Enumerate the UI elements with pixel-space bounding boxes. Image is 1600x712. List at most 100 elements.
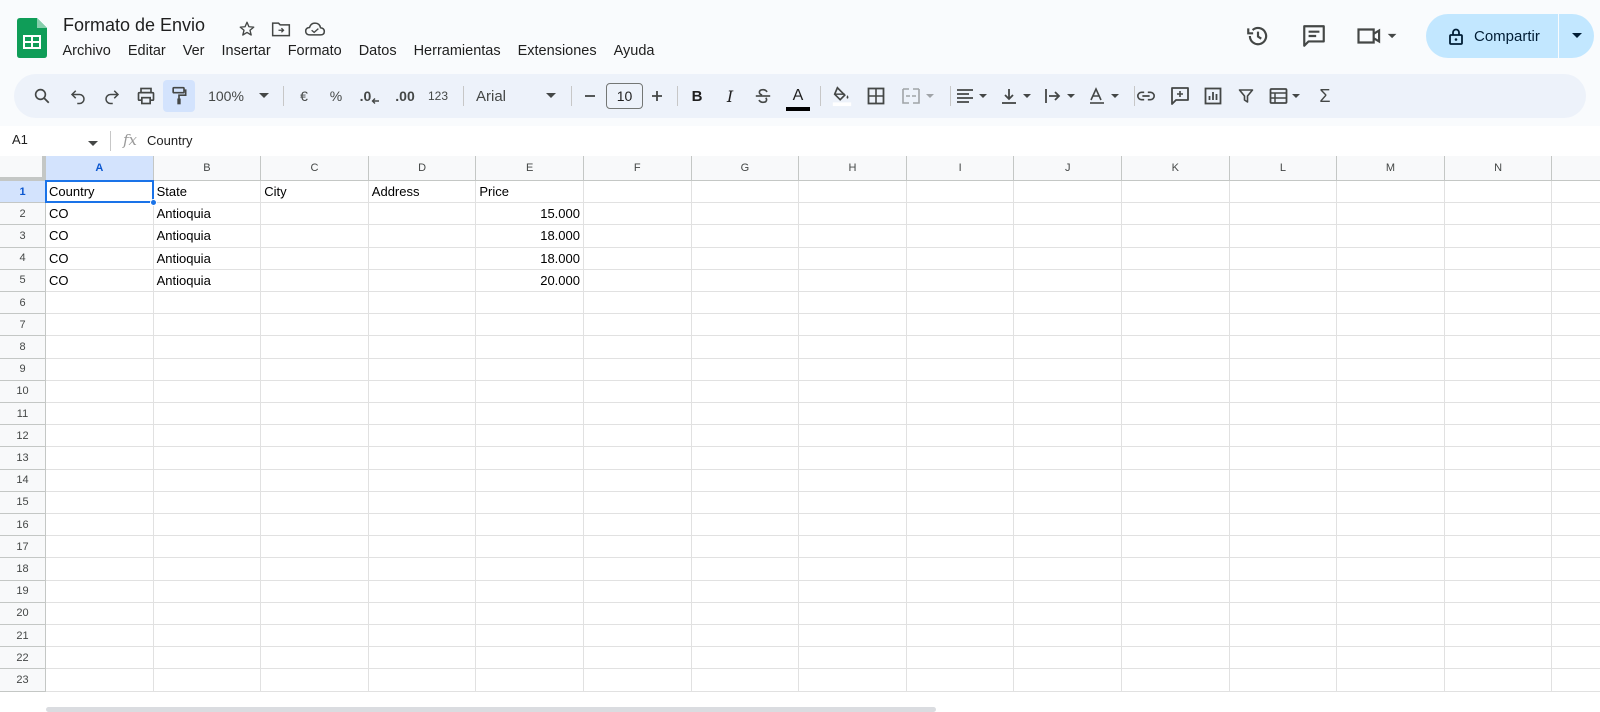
cell-extra21[interactable] — [1552, 625, 1600, 648]
cell-n23[interactable] — [1444, 669, 1553, 692]
row-header-14[interactable]: 14 — [0, 469, 46, 492]
row-header-19[interactable]: 19 — [0, 580, 46, 603]
cell-a7[interactable] — [46, 314, 154, 337]
cell-l8[interactable] — [1229, 336, 1338, 359]
increase-decimal-button[interactable]: .00 — [390, 74, 420, 118]
cell-g18[interactable] — [691, 558, 800, 581]
cell-e20[interactable] — [476, 602, 584, 625]
sheet-grid[interactable]: A B C D E F G H I J K L M N 1 2 3 4 5 6 7 8 9 10 11 12 13 14 15 16 17 1… — [0, 156, 1600, 712]
cell-d6[interactable] — [368, 292, 477, 315]
zoom-value[interactable]: 100% — [204, 74, 248, 118]
search-menus-icon[interactable] — [30, 74, 54, 118]
cell-e14[interactable] — [476, 469, 584, 492]
cell-n15[interactable] — [1444, 491, 1553, 514]
cell-c4[interactable] — [261, 247, 369, 270]
cell-k14[interactable] — [1122, 469, 1230, 492]
cell-n13[interactable] — [1444, 447, 1553, 470]
cell-f7[interactable] — [584, 314, 692, 337]
cell-b11[interactable] — [153, 403, 262, 426]
cell-n18[interactable] — [1444, 558, 1553, 581]
number-format-button[interactable]: 123 — [426, 74, 450, 118]
cell-f1[interactable] — [584, 181, 692, 204]
paint-format-icon[interactable] — [167, 74, 191, 118]
cell-a1[interactable]: Country — [46, 181, 154, 204]
cell-c19[interactable] — [261, 580, 369, 603]
cell-f10[interactable] — [584, 380, 692, 403]
font-size-input[interactable]: 10 — [606, 83, 643, 109]
column-header-i[interactable]: I — [906, 156, 1015, 181]
cell-d8[interactable] — [368, 336, 477, 359]
cell-l5[interactable] — [1229, 269, 1338, 292]
vertical-align-icon[interactable] — [998, 74, 1038, 118]
cell-k15[interactable] — [1122, 491, 1230, 514]
cell-m3[interactable] — [1337, 225, 1445, 248]
cell-e1[interactable]: Price — [476, 181, 584, 204]
cell-j11[interactable] — [1014, 403, 1122, 426]
cell-f12[interactable] — [584, 425, 692, 448]
cell-extra20[interactable] — [1552, 603, 1600, 625]
cell-j6[interactable] — [1014, 292, 1122, 315]
cell-extra6[interactable] — [1552, 292, 1600, 315]
cell-e12[interactable] — [476, 425, 584, 448]
cell-l1[interactable] — [1229, 181, 1338, 204]
share-dropdown-icon[interactable] — [1559, 14, 1594, 58]
menu-ayuda[interactable]: Ayuda — [605, 43, 663, 59]
menu-formato[interactable]: Formato — [279, 43, 350, 59]
cell-i10[interactable] — [906, 380, 1015, 403]
cell-m16[interactable] — [1337, 514, 1445, 537]
cell-m21[interactable] — [1337, 625, 1445, 648]
text-color-button[interactable]: A — [785, 74, 811, 118]
cell-h14[interactable] — [799, 469, 907, 492]
cell-i20[interactable] — [906, 602, 1015, 625]
cell-f3[interactable] — [584, 225, 692, 248]
cell-h15[interactable] — [799, 491, 907, 514]
cell-b8[interactable] — [153, 336, 262, 359]
cell-extra2[interactable] — [1552, 203, 1600, 226]
cell-g16[interactable] — [691, 514, 800, 537]
cell-g7[interactable] — [691, 314, 800, 337]
cell-extra4[interactable] — [1552, 248, 1600, 270]
cell-j18[interactable] — [1014, 558, 1122, 581]
cell-k22[interactable] — [1122, 647, 1230, 670]
cell-c6[interactable] — [261, 292, 369, 315]
cell-g9[interactable] — [691, 358, 800, 381]
cell-b14[interactable] — [153, 469, 262, 492]
cell-h5[interactable] — [799, 269, 907, 292]
cell-n17[interactable] — [1444, 536, 1553, 559]
cell-g22[interactable] — [691, 647, 800, 670]
cell-i1[interactable] — [906, 181, 1015, 204]
cell-c14[interactable] — [261, 469, 369, 492]
cell-d20[interactable] — [368, 602, 477, 625]
column-header-c[interactable]: C — [261, 156, 369, 181]
font-size-decrease-icon[interactable] — [580, 74, 600, 118]
cell-d9[interactable] — [368, 358, 477, 381]
cell-f9[interactable] — [584, 358, 692, 381]
cell-h23[interactable] — [799, 669, 907, 692]
cell-i3[interactable] — [906, 225, 1015, 248]
cell-d18[interactable] — [368, 558, 477, 581]
menu-archivo[interactable]: Archivo — [54, 43, 119, 59]
cell-n4[interactable] — [1444, 247, 1553, 270]
column-header-d[interactable]: D — [368, 156, 477, 181]
cell-j17[interactable] — [1014, 536, 1122, 559]
cell-c8[interactable] — [261, 336, 369, 359]
row-header-9[interactable]: 9 — [0, 358, 46, 381]
cell-extra5[interactable] — [1552, 270, 1600, 292]
cell-n19[interactable] — [1444, 580, 1553, 603]
cell-f15[interactable] — [584, 491, 692, 514]
cell-extra12[interactable] — [1552, 425, 1600, 448]
cell-l7[interactable] — [1229, 314, 1338, 337]
filter-icon[interactable] — [1235, 74, 1257, 118]
column-header-l[interactable]: L — [1229, 156, 1338, 181]
cell-i8[interactable] — [906, 336, 1015, 359]
row-header-16[interactable]: 16 — [0, 514, 46, 537]
cell-h12[interactable] — [799, 425, 907, 448]
cell-b12[interactable] — [153, 425, 262, 448]
cell-k19[interactable] — [1122, 580, 1230, 603]
fill-handle[interactable] — [149, 199, 157, 207]
cell-j22[interactable] — [1014, 647, 1122, 670]
cell-n21[interactable] — [1444, 625, 1553, 648]
cell-d2[interactable] — [368, 203, 477, 226]
cell-b19[interactable] — [153, 580, 262, 603]
cell-f11[interactable] — [584, 403, 692, 426]
